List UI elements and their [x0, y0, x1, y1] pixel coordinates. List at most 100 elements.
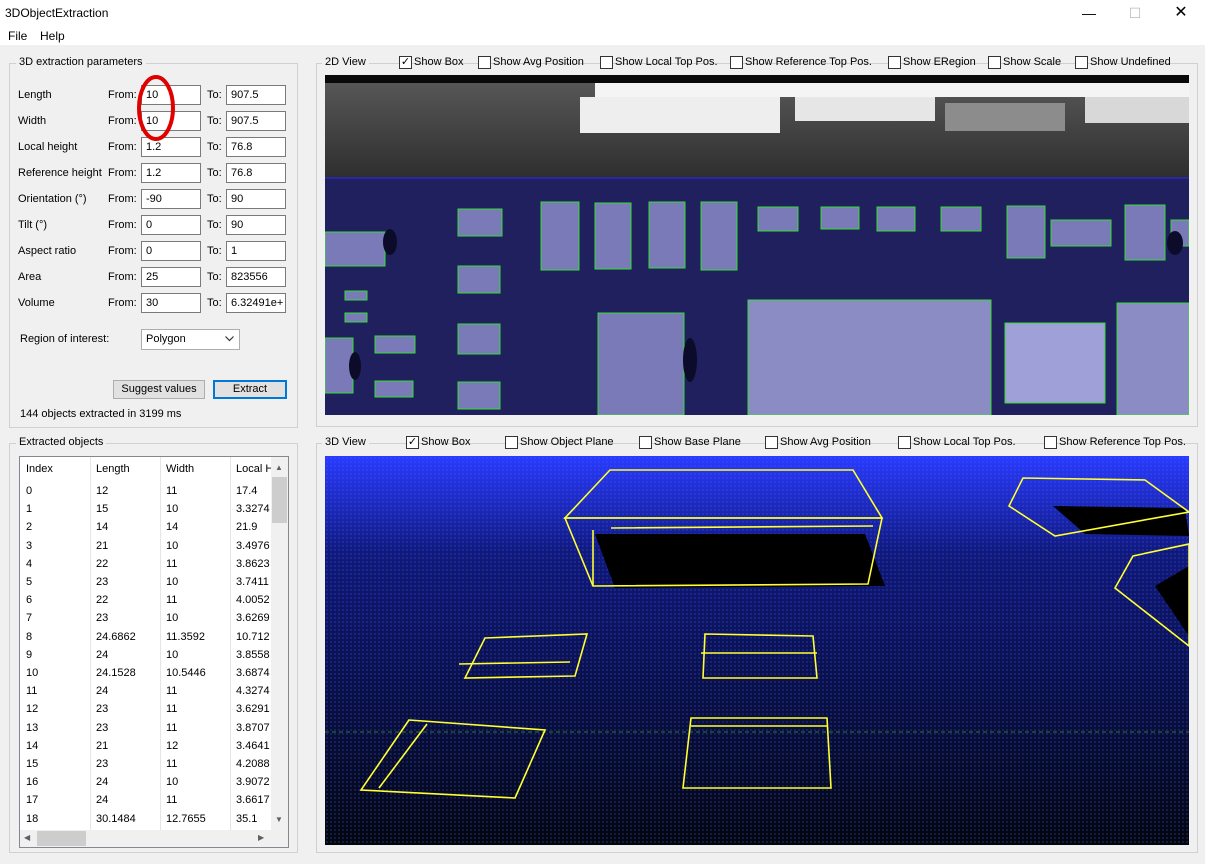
table-cell[interactable]: 14	[26, 740, 88, 752]
table-cell[interactable]: 18	[26, 813, 88, 825]
view2d-show-eregion-checkbox[interactable]	[888, 56, 901, 69]
param-tilt-from-input[interactable]: 0	[141, 215, 201, 235]
table-cell[interactable]: 24	[96, 685, 158, 697]
table-cell[interactable]: 5	[26, 576, 88, 588]
table-cell[interactable]: 11	[166, 485, 228, 497]
table-cell[interactable]: 14	[166, 521, 228, 533]
param-area-from-input[interactable]: 25	[141, 267, 201, 287]
table-cell[interactable]: 10	[166, 649, 228, 661]
table-cell[interactable]: 23	[96, 612, 158, 624]
table-cell[interactable]: 4	[26, 558, 88, 570]
column-header-index[interactable]: Index	[26, 463, 53, 475]
table-cell[interactable]: 24	[96, 794, 158, 806]
table-cell[interactable]: 10	[26, 667, 88, 679]
view2d-show-eregion-label[interactable]: Show ERegion	[903, 56, 976, 68]
horizontal-scrollbar[interactable]: ◀ ▶	[20, 830, 271, 847]
maximize-button[interactable]: ☐	[1112, 0, 1158, 26]
table-cell[interactable]: 4.3274	[236, 685, 270, 697]
table-cell[interactable]: 12	[96, 485, 158, 497]
view2d-show-undefined-checkbox[interactable]	[1075, 56, 1088, 69]
table-cell[interactable]: 35.1	[236, 813, 270, 825]
table-cell[interactable]: 10	[166, 576, 228, 588]
menu-help[interactable]: Help	[40, 29, 65, 43]
table-cell[interactable]: 21.9	[236, 521, 270, 533]
scroll-down-icon[interactable]: ▼	[275, 815, 283, 824]
menu-file[interactable]: File	[8, 29, 27, 43]
table-cell[interactable]: 23	[96, 722, 158, 734]
param-length-to-input[interactable]: 907.5	[226, 85, 286, 105]
param-aspect-ratio-to-input[interactable]: 1	[226, 241, 286, 261]
param-area-to-input[interactable]: 823556	[226, 267, 286, 287]
table-cell[interactable]: 9	[26, 649, 88, 661]
table-cell[interactable]: 3.8707	[236, 722, 270, 734]
table-cell[interactable]: 24.6862	[96, 631, 158, 643]
view2d-show-scale-checkbox[interactable]	[988, 56, 1001, 69]
table-cell[interactable]: 7	[26, 612, 88, 624]
table-cell[interactable]: 21	[96, 740, 158, 752]
table-cell[interactable]: 10.712	[236, 631, 270, 643]
table-cell[interactable]: 10	[166, 540, 228, 552]
table-cell[interactable]: 17.4	[236, 485, 270, 497]
table-cell[interactable]: 13	[26, 722, 88, 734]
table-cell[interactable]: 0	[26, 485, 88, 497]
table-cell[interactable]: 3.7411	[236, 576, 270, 588]
table-cell[interactable]: 11	[166, 558, 228, 570]
view2d-show-box-label[interactable]: Show Box	[414, 56, 464, 68]
table-cell[interactable]: 12.7655	[166, 813, 228, 825]
table-cell[interactable]: 2	[26, 521, 88, 533]
table-cell[interactable]: 3.6874	[236, 667, 270, 679]
param-aspect-ratio-from-input[interactable]: 0	[141, 241, 201, 261]
table-cell[interactable]: 6	[26, 594, 88, 606]
table-cell[interactable]: 3.8558	[236, 649, 270, 661]
view3d-show-object-plane-checkbox[interactable]	[505, 436, 518, 449]
table-cell[interactable]: 8	[26, 631, 88, 643]
table-cell[interactable]: 12	[166, 740, 228, 752]
table-cell[interactable]: 23	[96, 576, 158, 588]
table-cell[interactable]: 3.6269	[236, 612, 270, 624]
view3d-show-base-plane-checkbox[interactable]	[639, 436, 652, 449]
param-reference-height-from-input[interactable]: 1.2	[141, 163, 201, 183]
table-cell[interactable]: 4.2088	[236, 758, 270, 770]
scroll-up-icon[interactable]: ▲	[275, 463, 283, 472]
table-cell[interactable]: 10	[166, 503, 228, 515]
table-cell[interactable]: 10.5446	[166, 667, 228, 679]
table-cell[interactable]: 3.6617	[236, 794, 270, 806]
table-cell[interactable]: 3	[26, 540, 88, 552]
view3d-show-object-plane-label[interactable]: Show Object Plane	[520, 436, 614, 448]
table-cell[interactable]: 11	[166, 594, 228, 606]
table-cell[interactable]: 11	[166, 794, 228, 806]
table-cell[interactable]: 16	[26, 776, 88, 788]
table-cell[interactable]: 24.1528	[96, 667, 158, 679]
table-cell[interactable]: 11	[166, 703, 228, 715]
param-orientation-from-input[interactable]: -90	[141, 189, 201, 209]
view2d-show-box-checkbox[interactable]: ✓	[399, 56, 412, 69]
table-cell[interactable]: 11	[166, 758, 228, 770]
table-cell[interactable]: 23	[96, 703, 158, 715]
table-cell[interactable]: 24	[96, 776, 158, 788]
close-button[interactable]: ✕	[1158, 0, 1204, 26]
column-header-length[interactable]: Length	[96, 463, 130, 475]
table-cell[interactable]: 11	[166, 685, 228, 697]
param-volume-to-input[interactable]: 6.32491e+	[226, 293, 286, 313]
extract-button[interactable]: Extract	[213, 380, 287, 399]
view2d-show-undefined-label[interactable]: Show Undefined	[1090, 56, 1171, 68]
table-cell[interactable]: 22	[96, 558, 158, 570]
column-header-width[interactable]: Width	[166, 463, 194, 475]
table-cell[interactable]: 14	[96, 521, 158, 533]
table-cell[interactable]: 21	[96, 540, 158, 552]
view2d-canvas[interactable]	[325, 75, 1189, 415]
scroll-left-icon[interactable]: ◀	[24, 833, 30, 842]
param-volume-from-input[interactable]: 30	[141, 293, 201, 313]
minimize-button[interactable]: —	[1066, 0, 1112, 26]
table-cell[interactable]: 10	[166, 776, 228, 788]
table-cell[interactable]: 23	[96, 758, 158, 770]
table-cell[interactable]: 10	[166, 612, 228, 624]
suggest-values-button[interactable]: Suggest values	[113, 380, 205, 399]
view3d-show-avg-position-label[interactable]: Show Avg Position	[780, 436, 871, 448]
table-cell[interactable]: 3.6291	[236, 703, 270, 715]
table-cell[interactable]: 3.9072	[236, 776, 270, 788]
table-cell[interactable]: 11	[26, 685, 88, 697]
view3d-show-reference-top-pos-checkbox[interactable]	[1044, 436, 1057, 449]
table-cell[interactable]: 30.1484	[96, 813, 158, 825]
table-cell[interactable]: 11	[166, 722, 228, 734]
